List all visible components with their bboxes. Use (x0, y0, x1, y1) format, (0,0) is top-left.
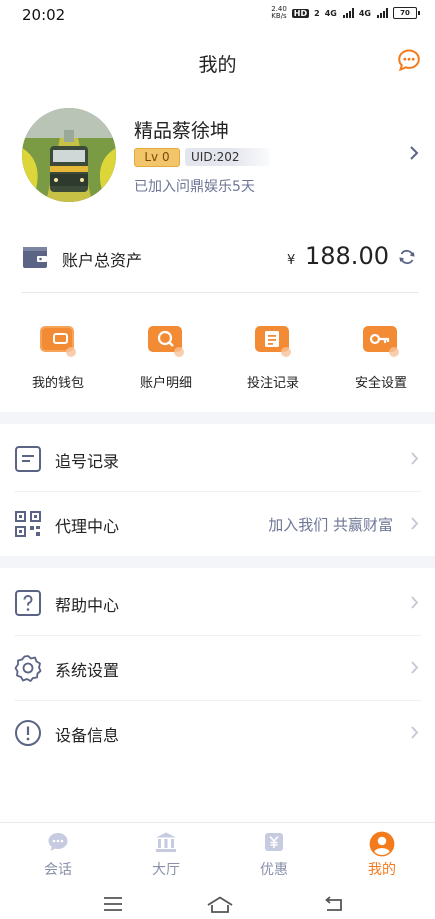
section-divider (0, 412, 435, 424)
quick-action-bet-record[interactable]: 投注记录 (223, 320, 323, 391)
uid-badge: UID:202 (185, 148, 270, 166)
back-icon[interactable] (322, 896, 344, 912)
total-assets-row: 账户总资产 ¥ 188.00 (0, 236, 435, 282)
signal-bars-icon (377, 8, 388, 18)
qr-code-icon (15, 511, 41, 537)
tab-promo[interactable]: 优惠 (234, 831, 314, 879)
chat-bubble-icon[interactable] (397, 48, 421, 72)
divider (14, 491, 421, 492)
network-speed-unit: KB/s (271, 12, 287, 20)
document-icon (15, 446, 41, 472)
quick-actions: 我的钱包 账户明细 投注记录 安全设置 (0, 320, 435, 396)
chevron-right-icon (411, 596, 419, 609)
tab-label: 会话 (44, 862, 72, 878)
menu-item-system-settings[interactable]: 系统设置 (0, 638, 435, 698)
menu-item-device-info[interactable]: 设备信息 (0, 703, 435, 763)
quick-action-label: 我的钱包 (31, 376, 84, 391)
promo-icon (265, 833, 283, 851)
help-icon (15, 590, 41, 616)
currency-symbol: ¥ (287, 253, 296, 268)
chevron-right-icon (411, 517, 419, 530)
system-navigation-bar (0, 890, 435, 919)
tab-label: 我的 (368, 862, 396, 878)
quick-action-label: 安全设置 (354, 376, 407, 391)
total-assets-label: 账户总资产 (62, 251, 143, 270)
total-assets-amount: 188.00 (305, 242, 389, 270)
hall-icon (156, 832, 176, 852)
home-icon[interactable] (206, 896, 234, 914)
battery-icon: 70 (393, 7, 420, 19)
chevron-right-icon[interactable] (409, 145, 419, 161)
status-bar: 20:02 2.40 KB/s HD 2 4G 4G 70 (0, 0, 435, 30)
quick-action-wallet[interactable]: 我的钱包 (8, 320, 108, 391)
chevron-right-icon (411, 661, 419, 674)
tab-mine[interactable]: 我的 (342, 831, 422, 879)
menu-item-label: 帮助中心 (55, 596, 120, 615)
status-indicators: 2.40 KB/s HD 2 4G 4G 70 (271, 6, 420, 20)
refresh-icon[interactable] (398, 248, 416, 266)
menu-item-chase-record[interactable]: 追号记录 (0, 429, 435, 489)
quick-action-label: 投注记录 (246, 376, 299, 391)
info-icon (15, 720, 41, 746)
wallet-icon (23, 247, 47, 268)
bet-record-icon (255, 326, 291, 357)
chevron-right-icon (411, 452, 419, 465)
quick-action-label: 账户明细 (139, 376, 192, 391)
user-icon (369, 831, 395, 857)
divider (14, 700, 421, 701)
hd-badge: HD (291, 8, 310, 18)
status-time: 20:02 (22, 6, 66, 24)
divider (14, 635, 421, 636)
quick-action-account-detail[interactable]: 账户明细 (116, 320, 216, 391)
signal-label-2: 4G (358, 8, 371, 18)
tab-chat[interactable]: 会话 (18, 831, 98, 879)
gear-icon (14, 655, 42, 682)
agent-promo-text: 加入我们 共赢财富 (268, 516, 393, 534)
menu-item-label: 代理中心 (55, 517, 120, 536)
signal-bars-icon (342, 8, 354, 18)
section-divider (0, 556, 435, 568)
divider (22, 292, 418, 293)
profile-card[interactable]: 精品蔡徐坤 Lv 0 UID:202 已加入问鼎娱乐5天 (0, 108, 435, 204)
search-detail-icon (148, 326, 184, 357)
username: 精品蔡徐坤 (134, 120, 230, 142)
network-speed: 2.40 KB/s (271, 6, 287, 20)
menu-item-agent-center[interactable]: 代理中心 加入我们 共赢财富 (0, 494, 435, 554)
joined-days-text: 已加入问鼎娱乐5天 (134, 179, 255, 195)
tab-label: 大厅 (152, 862, 180, 878)
tab-label: 优惠 (260, 862, 288, 878)
page-title: 我的 (198, 54, 237, 76)
avatar[interactable] (22, 108, 116, 202)
menu-item-label: 系统设置 (55, 661, 120, 680)
menu-item-label: 追号记录 (55, 452, 120, 471)
quick-action-security[interactable]: 安全设置 (331, 320, 431, 391)
bottom-tab-bar: 会话 大厅 优惠 我的 (0, 822, 435, 887)
chevron-right-icon (411, 726, 419, 739)
page-header: 我的 (0, 30, 435, 92)
menu-item-label: 设备信息 (55, 726, 120, 745)
sim-badge: 2 (314, 8, 320, 18)
signal-label-1: 4G (324, 8, 337, 18)
chat-icon (48, 833, 68, 851)
tab-hall[interactable]: 大厅 (126, 831, 206, 879)
menu-icon[interactable] (103, 896, 123, 912)
level-badge: Lv 0 (134, 148, 180, 167)
wallet-icon (40, 326, 76, 357)
menu-item-help-center[interactable]: 帮助中心 (0, 573, 435, 633)
key-icon (363, 326, 399, 357)
